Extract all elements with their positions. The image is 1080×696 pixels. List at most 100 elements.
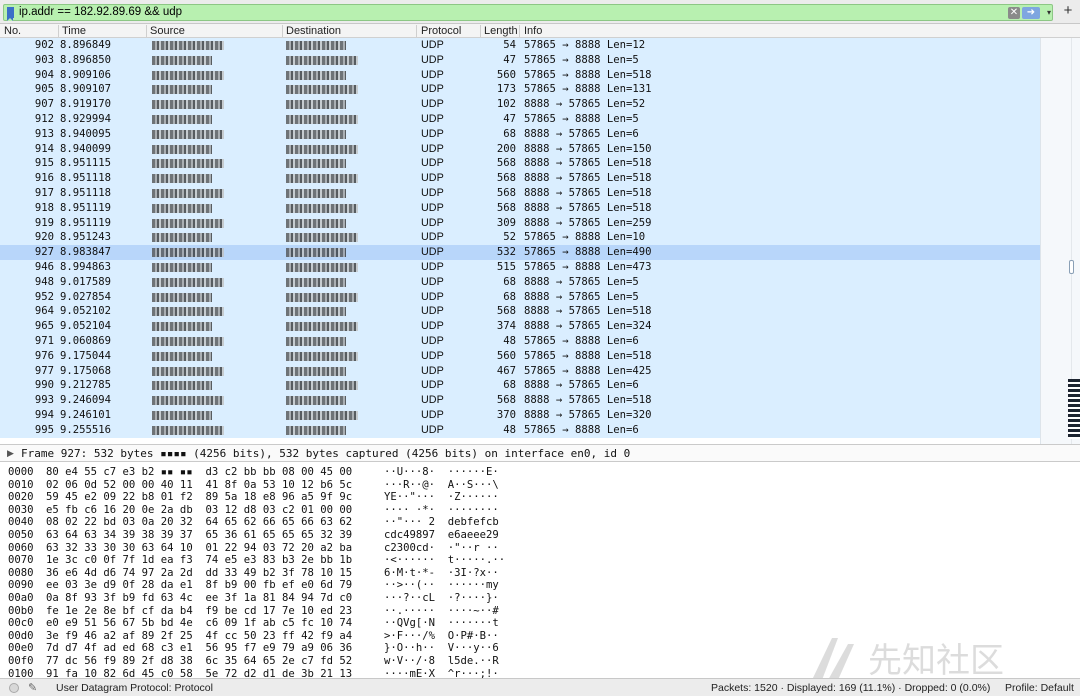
packet-row[interactable]: 965 9.052104 UDP 374 8888 → 57865 Len=324 xyxy=(0,319,1040,334)
add-filter-button[interactable]: + xyxy=(1060,3,1076,19)
hex-bytes: 80 e4 55 c7 e3 b2 ▪▪ ▪▪ d3 c2 bb bb 08 0… xyxy=(46,466,353,478)
capture-comment-icon[interactable]: ✎ xyxy=(28,681,37,694)
packet-row[interactable]: 946 8.994863 UDP 515 57865 → 8888 Len=473 xyxy=(0,260,1040,275)
packet-source-redacted xyxy=(152,246,224,260)
packet-info: 8888 → 57865 Len=5 xyxy=(524,275,639,288)
packet-destination-redacted xyxy=(286,365,346,379)
hex-bytes: 02 06 0d 52 00 00 40 11 41 8f 0a 53 10 1… xyxy=(46,478,353,491)
packet-length: 68 xyxy=(503,290,516,303)
packet-length: 568 xyxy=(496,172,516,185)
hex-offset: 00d0 xyxy=(8,629,34,642)
packet-info: 57865 → 8888 Len=6 xyxy=(524,335,639,347)
filter-history-dropdown-icon[interactable]: ▾ xyxy=(1044,6,1054,20)
column-header-protocol[interactable]: Protocol xyxy=(421,25,461,37)
packet-destination-redacted xyxy=(286,83,358,97)
packet-length: 467 xyxy=(496,364,516,377)
packet-row[interactable]: 952 9.027854 UDP 68 8888 → 57865 Len=5 xyxy=(0,289,1040,305)
packet-row[interactable]: 903 8.896850 UDP 47 57865 → 8888 Len=5 xyxy=(0,52,1040,68)
packet-row[interactable]: 904 8.909106 UDP 560 57865 → 8888 Len=518 xyxy=(0,67,1040,83)
packet-row[interactable]: 994 9.246101 UDP 370 8888 → 57865 Len=320 xyxy=(0,408,1040,423)
packet-info: 8888 → 57865 Len=52 xyxy=(524,98,646,111)
packet-minimap[interactable] xyxy=(1068,379,1080,439)
packet-time: 8.896849 xyxy=(60,39,112,51)
packet-destination-redacted xyxy=(286,291,358,305)
hex-offset: 00e0 xyxy=(8,642,34,655)
packet-row[interactable]: 964 9.052102 UDP 568 8888 → 57865 Len=518 xyxy=(0,304,1040,320)
packet-number: 976 xyxy=(34,349,54,362)
packet-row[interactable]: 902 8.896849 UDP 54 57865 → 8888 Len=12 xyxy=(0,38,1040,53)
packet-row[interactable]: 912 8.929994 UDP 47 57865 → 8888 Len=5 xyxy=(0,112,1040,127)
packet-length: 52 xyxy=(503,231,516,244)
hex-bytes: 91 fa 10 82 6d 45 c0 58 5e 72 d2 d1 de 3… xyxy=(46,667,353,678)
packet-time: 8.929994 xyxy=(60,113,112,125)
column-header-info[interactable]: Info xyxy=(524,25,542,37)
packet-destination-redacted xyxy=(286,276,346,290)
packet-row[interactable]: 914 8.940099 UDP 200 8888 → 57865 Len=150 xyxy=(0,141,1040,157)
column-header-time[interactable]: Time xyxy=(62,25,86,37)
expert-info-indicator-icon[interactable] xyxy=(9,683,19,693)
column-header-no[interactable]: No. xyxy=(4,25,21,37)
display-filter-input[interactable]: ip.addr == 182.92.89.69 && udp ✕ ➜ ▾ xyxy=(3,4,1053,21)
clear-filter-icon[interactable]: ✕ xyxy=(1008,7,1020,19)
packet-length: 47 xyxy=(503,113,516,125)
packet-length: 68 xyxy=(503,275,516,288)
hex-ascii: ···R··@· A··S···\ xyxy=(384,478,499,491)
apply-filter-icon[interactable]: ➜ xyxy=(1022,7,1040,19)
packet-row[interactable]: 917 8.951118 UDP 568 8888 → 57865 Len=518 xyxy=(0,186,1040,201)
column-header-source[interactable]: Source xyxy=(150,25,185,37)
packet-row[interactable]: 918 8.951119 UDP 568 8888 → 57865 Len=518 xyxy=(0,200,1040,216)
hex-ascii: ·<······ t·····.·· xyxy=(384,554,506,567)
packet-row[interactable]: 993 9.246094 UDP 568 8888 → 57865 Len=518 xyxy=(0,393,1040,408)
hex-offset: 00f0 xyxy=(8,655,34,667)
packet-source-redacted xyxy=(152,320,212,334)
column-header-destination[interactable]: Destination xyxy=(286,25,341,37)
hex-bytes: e5 fb c6 16 20 0e 2a db 03 12 d8 03 c2 0… xyxy=(46,503,353,516)
packet-row[interactable]: 971 9.060869 UDP 48 57865 → 8888 Len=6 xyxy=(0,334,1040,349)
packet-row[interactable]: 995 9.255516 UDP 48 57865 → 8888 Len=6 xyxy=(0,422,1040,438)
packet-destination-redacted xyxy=(286,172,358,186)
packet-info: 57865 → 8888 Len=10 xyxy=(524,231,646,244)
profile-selector[interactable]: Profile: Default xyxy=(1005,682,1074,694)
packet-row[interactable]: 920 8.951243 UDP 52 57865 → 8888 Len=10 xyxy=(0,230,1040,246)
packet-number: 916 xyxy=(34,172,54,185)
packet-length: 515 xyxy=(496,261,516,273)
frame-summary[interactable]: Frame 927: 532 bytes ▪▪▪▪ (4256 bits), 5… xyxy=(21,447,630,460)
packet-number: 927 xyxy=(34,246,54,259)
display-filter-text[interactable]: ip.addr == 182.92.89.69 && udp xyxy=(19,6,182,18)
packet-info: 57865 → 8888 Len=131 xyxy=(524,83,652,96)
packet-row[interactable]: 907 8.919170 UDP 102 8888 → 57865 Len=52 xyxy=(0,97,1040,112)
status-field-description: User Datagram Protocol: Protocol xyxy=(56,682,213,694)
hex-ascii: 6·M·t·*- ·3I·?x·· xyxy=(384,566,499,579)
packet-info: 8888 → 57865 Len=6 xyxy=(524,127,639,140)
packet-row[interactable]: 916 8.951118 UDP 568 8888 → 57865 Len=518 xyxy=(0,171,1040,186)
bookmark-icon[interactable] xyxy=(7,7,14,21)
packet-row[interactable]: 990 9.212785 UDP 68 8888 → 57865 Len=6 xyxy=(0,378,1040,394)
packet-row[interactable]: 927 8.983847 UDP 532 57865 → 8888 Len=490 xyxy=(0,245,1040,260)
packet-length: 48 xyxy=(503,423,516,436)
packet-time: 9.175068 xyxy=(60,364,112,377)
packet-info: 8888 → 57865 Len=324 xyxy=(524,320,652,333)
packet-length: 560 xyxy=(496,68,516,81)
hex-bytes: 63 32 33 30 30 63 64 10 01 22 94 03 72 2… xyxy=(46,541,353,554)
packet-row[interactable]: 977 9.175068 UDP 467 57865 → 8888 Len=425 xyxy=(0,363,1040,379)
packet-list-scrollbar[interactable] xyxy=(1040,38,1080,444)
column-header-length[interactable]: Length xyxy=(484,25,518,37)
packet-row[interactable]: 913 8.940095 UDP 68 8888 → 57865 Len=6 xyxy=(0,126,1040,142)
packet-time: 9.017589 xyxy=(60,275,112,288)
packet-number: 907 xyxy=(34,98,54,111)
packet-list-header: No. Time Source Destination Protocol Len… xyxy=(0,24,1080,38)
packet-destination-redacted xyxy=(286,320,358,334)
packet-row[interactable]: 905 8.909107 UDP 173 57865 → 8888 Len=131 xyxy=(0,82,1040,98)
packet-row[interactable]: 976 9.175044 UDP 560 57865 → 8888 Len=518 xyxy=(0,348,1040,364)
packet-protocol: UDP xyxy=(421,409,444,421)
packet-protocol: UDP xyxy=(421,231,444,244)
status-bar: ✎ User Datagram Protocol: Protocol Packe… xyxy=(0,678,1080,696)
packet-row[interactable]: 915 8.951115 UDP 568 8888 → 57865 Len=518 xyxy=(0,156,1040,172)
scrollbar-thumb[interactable] xyxy=(1069,260,1074,274)
packet-row[interactable]: 919 8.951119 UDP 309 8888 → 57865 Len=259 xyxy=(0,215,1040,231)
packet-time: 9.246094 xyxy=(60,394,112,407)
packet-protocol: UDP xyxy=(421,83,444,96)
packet-row[interactable]: 948 9.017589 UDP 68 8888 → 57865 Len=5 xyxy=(0,274,1040,290)
expand-arrow-icon[interactable]: ▶ xyxy=(7,448,14,459)
packet-destination-redacted xyxy=(286,335,346,349)
